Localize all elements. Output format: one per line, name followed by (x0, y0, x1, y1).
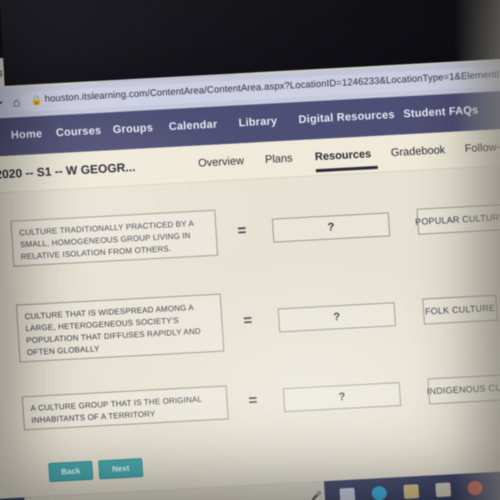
nav-item-courses[interactable]: Courses (56, 125, 102, 139)
next-button[interactable]: Next (98, 458, 144, 480)
answer-dropzone[interactable]: ? (271, 212, 391, 243)
nav-item-student-faqs[interactable]: Student FAQs (403, 104, 479, 120)
matching-row: CULTURE TRADITIONALLY PRACTICED BY A SMA… (0, 192, 500, 293)
equals-sign: = (237, 222, 247, 240)
answer-dropzone[interactable]: ? (277, 302, 397, 333)
back-button[interactable]: Back (48, 460, 94, 483)
term-card[interactable]: FOLK CULTURE (422, 294, 498, 325)
definition-box: CULTURE TRADITIONALLY PRACTICED BY A SMA… (10, 209, 219, 267)
answer-placeholder: ? (338, 390, 346, 404)
definition-text: CULTURE THAT IS WIDESPREAD AMONG A LARGE… (24, 303, 202, 358)
matching-row: A CULTURE GROUP THAT IS THE ORIGINAL INH… (0, 367, 500, 468)
itslearning-app: Home Courses Groups Calendar Library Dig… (0, 88, 500, 500)
nav-item-calendar[interactable]: Calendar (168, 119, 217, 134)
microphone-icon[interactable]: 🎤 (311, 490, 323, 500)
active-tab-underline (315, 165, 378, 172)
term-card[interactable]: POPULAR CULTURE (414, 204, 500, 235)
term-card[interactable]: INDIGENOUS CULTURE (426, 372, 500, 405)
file-explorer-icon[interactable] (403, 484, 420, 499)
term-label: FOLK CULTURE (424, 302, 496, 317)
matching-exercise: CULTURE TRADITIONALLY PRACTICED BY A SMA… (0, 163, 500, 500)
term-label: INDIGENOUS CULTURE (426, 380, 500, 397)
tab-follow-up[interactable]: Follow-up a (464, 140, 500, 155)
close-icon[interactable]: × (225, 54, 232, 65)
nav-item-home[interactable]: Home (11, 128, 43, 142)
definition-text: CULTURE TRADITIONALLY PRACTICED BY A SMA… (18, 218, 194, 262)
teams-icon: T (102, 61, 115, 73)
answer-placeholder: ? (327, 221, 335, 234)
answer-dropzone[interactable]: ? (282, 382, 402, 413)
term-label: POPULAR CULTURE (414, 212, 500, 227)
new-tab-button[interactable]: + (244, 50, 254, 67)
next-button-label: Next (111, 463, 130, 474)
tab-overview[interactable]: Overview (198, 155, 245, 169)
definition-box: A CULTURE GROUP THAT IS THE ORIGINAL INH… (21, 385, 229, 431)
background-tab-close-icon[interactable]: × (62, 62, 69, 73)
definition-box: CULTURE THAT IS WIDESPREAD AMONG A LARGE… (15, 293, 225, 363)
active-tab-title: 6th period (Meeting) | Micr... (118, 55, 209, 71)
matching-row: CULTURE THAT IS WIDESPREAD AMONG A LARGE… (0, 275, 500, 376)
recording-indicator-icon (212, 58, 219, 65)
nav-item-groups[interactable]: Groups (112, 122, 153, 136)
task-view-icon[interactable] (339, 487, 356, 500)
tab-gradebook[interactable]: Gradebook (390, 144, 445, 159)
reload-icon[interactable]: ⟳ (0, 96, 3, 111)
edge-icon[interactable] (371, 485, 388, 500)
home-icon[interactable]: ⌂ (12, 95, 20, 109)
nav-item-library[interactable]: Library (238, 115, 277, 129)
store-icon[interactable] (435, 482, 452, 498)
lock-icon: 🔒 (30, 94, 43, 106)
photo-of-laptop-screen: learning × T 6th period (Meeting) | Micr… (0, 0, 500, 500)
laptop-screen: learning × T 6th period (Meeting) | Micr… (0, 28, 500, 500)
nav-item-digital-resources[interactable]: Digital Resources (298, 109, 395, 126)
answer-placeholder: ? (333, 311, 341, 324)
definition-text: A CULTURE GROUP THAT IS THE ORIGINAL INH… (30, 394, 203, 425)
course-title: 2020 -- S1 -- W GEOGR... (0, 160, 136, 182)
equals-sign: = (242, 311, 253, 330)
tab-resources[interactable]: Resources (315, 148, 372, 163)
background-tab-label[interactable]: learning (0, 67, 3, 79)
tab-plans[interactable]: Plans (265, 152, 293, 165)
back-button-label: Back (60, 466, 81, 477)
equals-sign: = (248, 391, 258, 410)
